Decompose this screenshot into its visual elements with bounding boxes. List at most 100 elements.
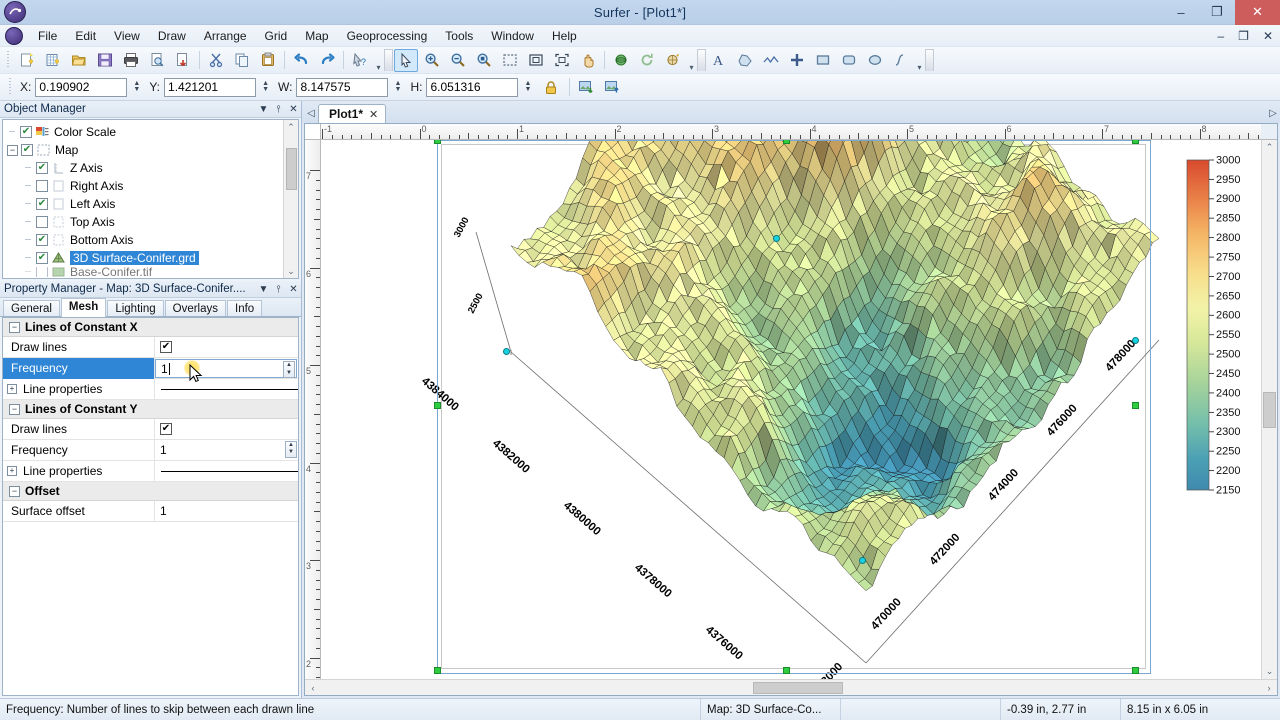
- tree-item-left-axis[interactable]: ┄ ✔ Left Axis: [7, 195, 283, 213]
- scroll-right-icon[interactable]: ›: [1261, 683, 1277, 693]
- row-frequency-x[interactable]: Frequency 1 ▲ ▼: [3, 357, 298, 383]
- menu-edit[interactable]: Edit: [66, 26, 105, 46]
- height-stepper[interactable]: ▲ ▼: [521, 78, 534, 97]
- group-lines-of-constant-x[interactable]: − Lines of Constant X: [3, 318, 298, 337]
- menu-file[interactable]: File: [29, 26, 66, 46]
- expander-icon[interactable]: +: [7, 466, 17, 476]
- tab-lighting[interactable]: Lighting: [107, 300, 164, 316]
- plot-canvas[interactable]: 468000 470000 472000 474000 476000 478000 4384…: [321, 140, 1261, 679]
- scroll-thumb[interactable]: [753, 681, 844, 694]
- tree-item-top-axis[interactable]: ┄ Top Axis: [7, 213, 283, 231]
- close-button[interactable]: ✕: [1235, 0, 1280, 25]
- tab-mesh[interactable]: Mesh: [60, 298, 107, 317]
- object-manager-scrollbar[interactable]: ⌃ ⌄: [283, 120, 298, 278]
- menu-grid[interactable]: Grid: [256, 26, 297, 46]
- export-icon[interactable]: [171, 49, 195, 72]
- polygon-tool-icon[interactable]: [733, 49, 757, 72]
- tree-item-color-scale[interactable]: ┄ ✔ Color Scale: [7, 123, 283, 141]
- fit-page-icon[interactable]: [524, 49, 548, 72]
- scroll-up-icon[interactable]: ⌃: [1266, 140, 1274, 155]
- property-value[interactable]: ✔: [155, 419, 298, 440]
- group-lines-of-constant-y[interactable]: − Lines of Constant Y: [3, 400, 298, 419]
- tree-checkbox[interactable]: ✔: [36, 162, 48, 174]
- x-position-field[interactable]: [35, 77, 128, 97]
- full-screen-icon[interactable]: [550, 49, 574, 72]
- tree-item-bottom-axis[interactable]: ┄ ✔ Bottom Axis: [7, 231, 283, 249]
- group-expander-icon[interactable]: −: [9, 485, 20, 497]
- object-manager-close-icon[interactable]: ✕: [286, 104, 301, 115]
- rounded-rect-tool-icon[interactable]: [837, 49, 861, 72]
- row-surface-offset[interactable]: Surface offset 1: [3, 500, 298, 522]
- toolbar-overflow-2[interactable]: ▾: [686, 49, 697, 72]
- selection-handle-tr[interactable]: [1132, 140, 1139, 144]
- mdi-close-button[interactable]: ✕: [1256, 29, 1280, 43]
- map-node-handle-left[interactable]: [503, 348, 510, 355]
- tab-info[interactable]: Info: [227, 300, 263, 316]
- menu-map[interactable]: Map: [296, 26, 337, 46]
- tab-prev-icon[interactable]: ◁: [304, 108, 318, 123]
- color-scale-legend[interactable]: 3000 2950 2900 2850 2800 2750 2700 2650 2600 2550…: [1186, 154, 1240, 496]
- reset-view-icon[interactable]: [635, 49, 659, 72]
- print-preview-icon[interactable]: [145, 49, 169, 72]
- selection-handle-mr[interactable]: [1132, 402, 1139, 409]
- mdi-restore-button[interactable]: ❐: [1231, 29, 1256, 43]
- scroll-down-icon[interactable]: ⌄: [287, 264, 295, 278]
- mdi-minimize-button[interactable]: –: [1210, 29, 1231, 43]
- row-frequency-y[interactable]: Frequency 1 ▲ ▼: [3, 439, 298, 461]
- frequency-y-input[interactable]: 1 ▲ ▼: [155, 440, 298, 461]
- vertical-scrollbar[interactable]: ⌃ ⌄: [1261, 140, 1277, 679]
- tab-next-icon[interactable]: ▷: [1266, 108, 1280, 123]
- y-position-field[interactable]: [164, 77, 257, 97]
- object-manager-pin-icon[interactable]: ⫯: [271, 104, 286, 115]
- tree-checkbox[interactable]: ✔: [21, 144, 33, 156]
- tree-item-base-map[interactable]: ┄ Base-Conifer.tif: [7, 267, 283, 277]
- selection-handle-ml[interactable]: [434, 402, 441, 409]
- toolbar-overflow-3[interactable]: ▾: [914, 49, 925, 72]
- undo-icon[interactable]: [289, 49, 313, 72]
- minimize-button[interactable]: –: [1163, 0, 1199, 25]
- spline-tool-icon[interactable]: [889, 49, 913, 72]
- scroll-up-icon[interactable]: ⌃: [287, 120, 295, 134]
- zoom-out-icon[interactable]: [446, 49, 470, 72]
- width-stepper[interactable]: ▲ ▼: [391, 78, 404, 97]
- rotate-3d-icon[interactable]: [609, 49, 633, 72]
- property-value[interactable]: [155, 379, 298, 400]
- menu-window[interactable]: Window: [482, 26, 543, 46]
- expander-icon[interactable]: +: [7, 384, 17, 394]
- tree-item-right-axis[interactable]: ┄ Right Axis: [7, 177, 283, 195]
- print-icon[interactable]: [119, 49, 143, 72]
- toolbar-grip[interactable]: [5, 51, 11, 69]
- group-expander-icon[interactable]: −: [9, 403, 20, 415]
- menu-arrange[interactable]: Arrange: [195, 26, 256, 46]
- selection-handle-tc[interactable]: [783, 140, 790, 144]
- height-field[interactable]: [426, 77, 519, 97]
- app-menu-icon[interactable]: [5, 26, 23, 45]
- tree-checkbox[interactable]: [36, 267, 48, 277]
- property-manager-pin-icon[interactable]: ⫯: [271, 284, 286, 295]
- object-manager-dropdown-icon[interactable]: ▼: [256, 104, 271, 115]
- selection-handle-br[interactable]: [1132, 667, 1139, 674]
- frequency-y-stepper[interactable]: ▲ ▼: [285, 440, 297, 458]
- property-value[interactable]: [155, 461, 298, 482]
- tree-checkbox[interactable]: ✔: [36, 198, 48, 210]
- frequency-x-stepper[interactable]: ▲ ▼: [283, 361, 295, 378]
- map-node-handle-right[interactable]: [1132, 337, 1139, 344]
- toolbar-overflow-1[interactable]: ▾: [373, 49, 384, 72]
- zoom-in-icon[interactable]: [420, 49, 444, 72]
- y-position-stepper[interactable]: ▲ ▼: [259, 78, 272, 97]
- group-offset[interactable]: − Offset: [3, 482, 298, 501]
- help-pointer-icon[interactable]: ?: [348, 49, 372, 72]
- row-draw-lines-y[interactable]: Draw lines ✔: [3, 418, 298, 440]
- map-node-handle-bottom[interactable]: [859, 557, 866, 564]
- tab-overlays[interactable]: Overlays: [164, 300, 226, 316]
- frequency-x-input[interactable]: 1 ▲ ▼: [155, 359, 297, 378]
- tree-checkbox[interactable]: ✔: [36, 234, 48, 246]
- coordbar-grip[interactable]: [7, 78, 13, 96]
- row-line-properties-x[interactable]: + Line properties: [3, 378, 298, 400]
- x-position-stepper[interactable]: ▲ ▼: [130, 78, 143, 97]
- draw-lines-x-checkbox[interactable]: ✔: [160, 341, 172, 353]
- select-tool-icon[interactable]: [394, 48, 418, 72]
- selection-handle-bl[interactable]: [434, 667, 441, 674]
- selection-handle-bc[interactable]: [783, 667, 790, 674]
- property-manager-dropdown-icon[interactable]: ▼: [256, 284, 271, 295]
